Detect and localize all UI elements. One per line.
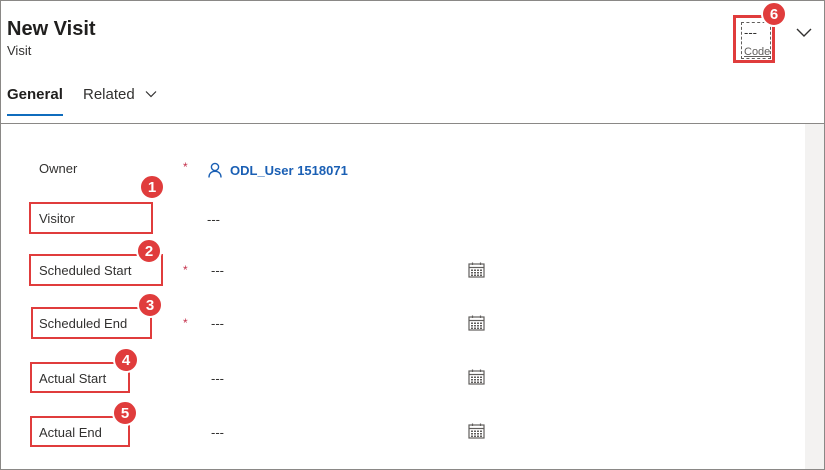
code-value: --- xyxy=(744,25,757,40)
owner-lookup-value[interactable]: ODL_User 1518071 xyxy=(207,160,348,180)
owner-name: ODL_User 1518071 xyxy=(230,162,348,178)
required-marker: * xyxy=(183,316,188,330)
tab-related[interactable]: Related xyxy=(83,86,135,103)
calendar-icon[interactable] xyxy=(468,369,485,385)
owner-label: Owner xyxy=(39,161,78,176)
entity-name: Visit xyxy=(7,43,32,58)
visitor-value[interactable]: --- xyxy=(207,212,220,227)
annotation-badge: 2 xyxy=(136,238,162,264)
annotation-badge: 1 xyxy=(139,174,165,200)
chevron-down-icon[interactable] xyxy=(795,24,813,40)
actual-end-label: Actual End xyxy=(39,425,102,440)
code-label: Code xyxy=(744,46,771,58)
active-tab-indicator xyxy=(7,114,63,116)
calendar-icon[interactable] xyxy=(468,262,485,278)
actual-end-value[interactable]: --- xyxy=(211,425,224,440)
annotation-badge: 5 xyxy=(112,400,138,426)
visitor-label: Visitor xyxy=(39,211,75,226)
required-marker: * xyxy=(183,263,188,277)
scheduled-end-label: Scheduled End xyxy=(39,316,128,331)
person-icon xyxy=(208,162,222,178)
scheduled-start-value[interactable]: --- xyxy=(211,263,224,278)
record-title: New Visit xyxy=(7,18,96,40)
chevron-down-icon[interactable] xyxy=(145,89,157,99)
calendar-icon[interactable] xyxy=(468,423,485,439)
actual-start-value[interactable]: --- xyxy=(211,371,224,386)
scheduled-end-value[interactable]: --- xyxy=(211,316,224,331)
annotation-badge: 3 xyxy=(137,292,163,318)
actual-start-label: Actual Start xyxy=(39,371,107,386)
annotation-badge: 6 xyxy=(761,1,787,27)
scrollbar[interactable] xyxy=(805,124,824,469)
required-marker: * xyxy=(183,160,188,174)
tab-general[interactable]: General xyxy=(7,86,63,103)
code-field[interactable]: --- Code xyxy=(741,22,771,59)
calendar-icon[interactable] xyxy=(468,315,485,331)
annotation-badge: 4 xyxy=(113,347,139,373)
scheduled-start-label: Scheduled Start xyxy=(39,263,132,278)
